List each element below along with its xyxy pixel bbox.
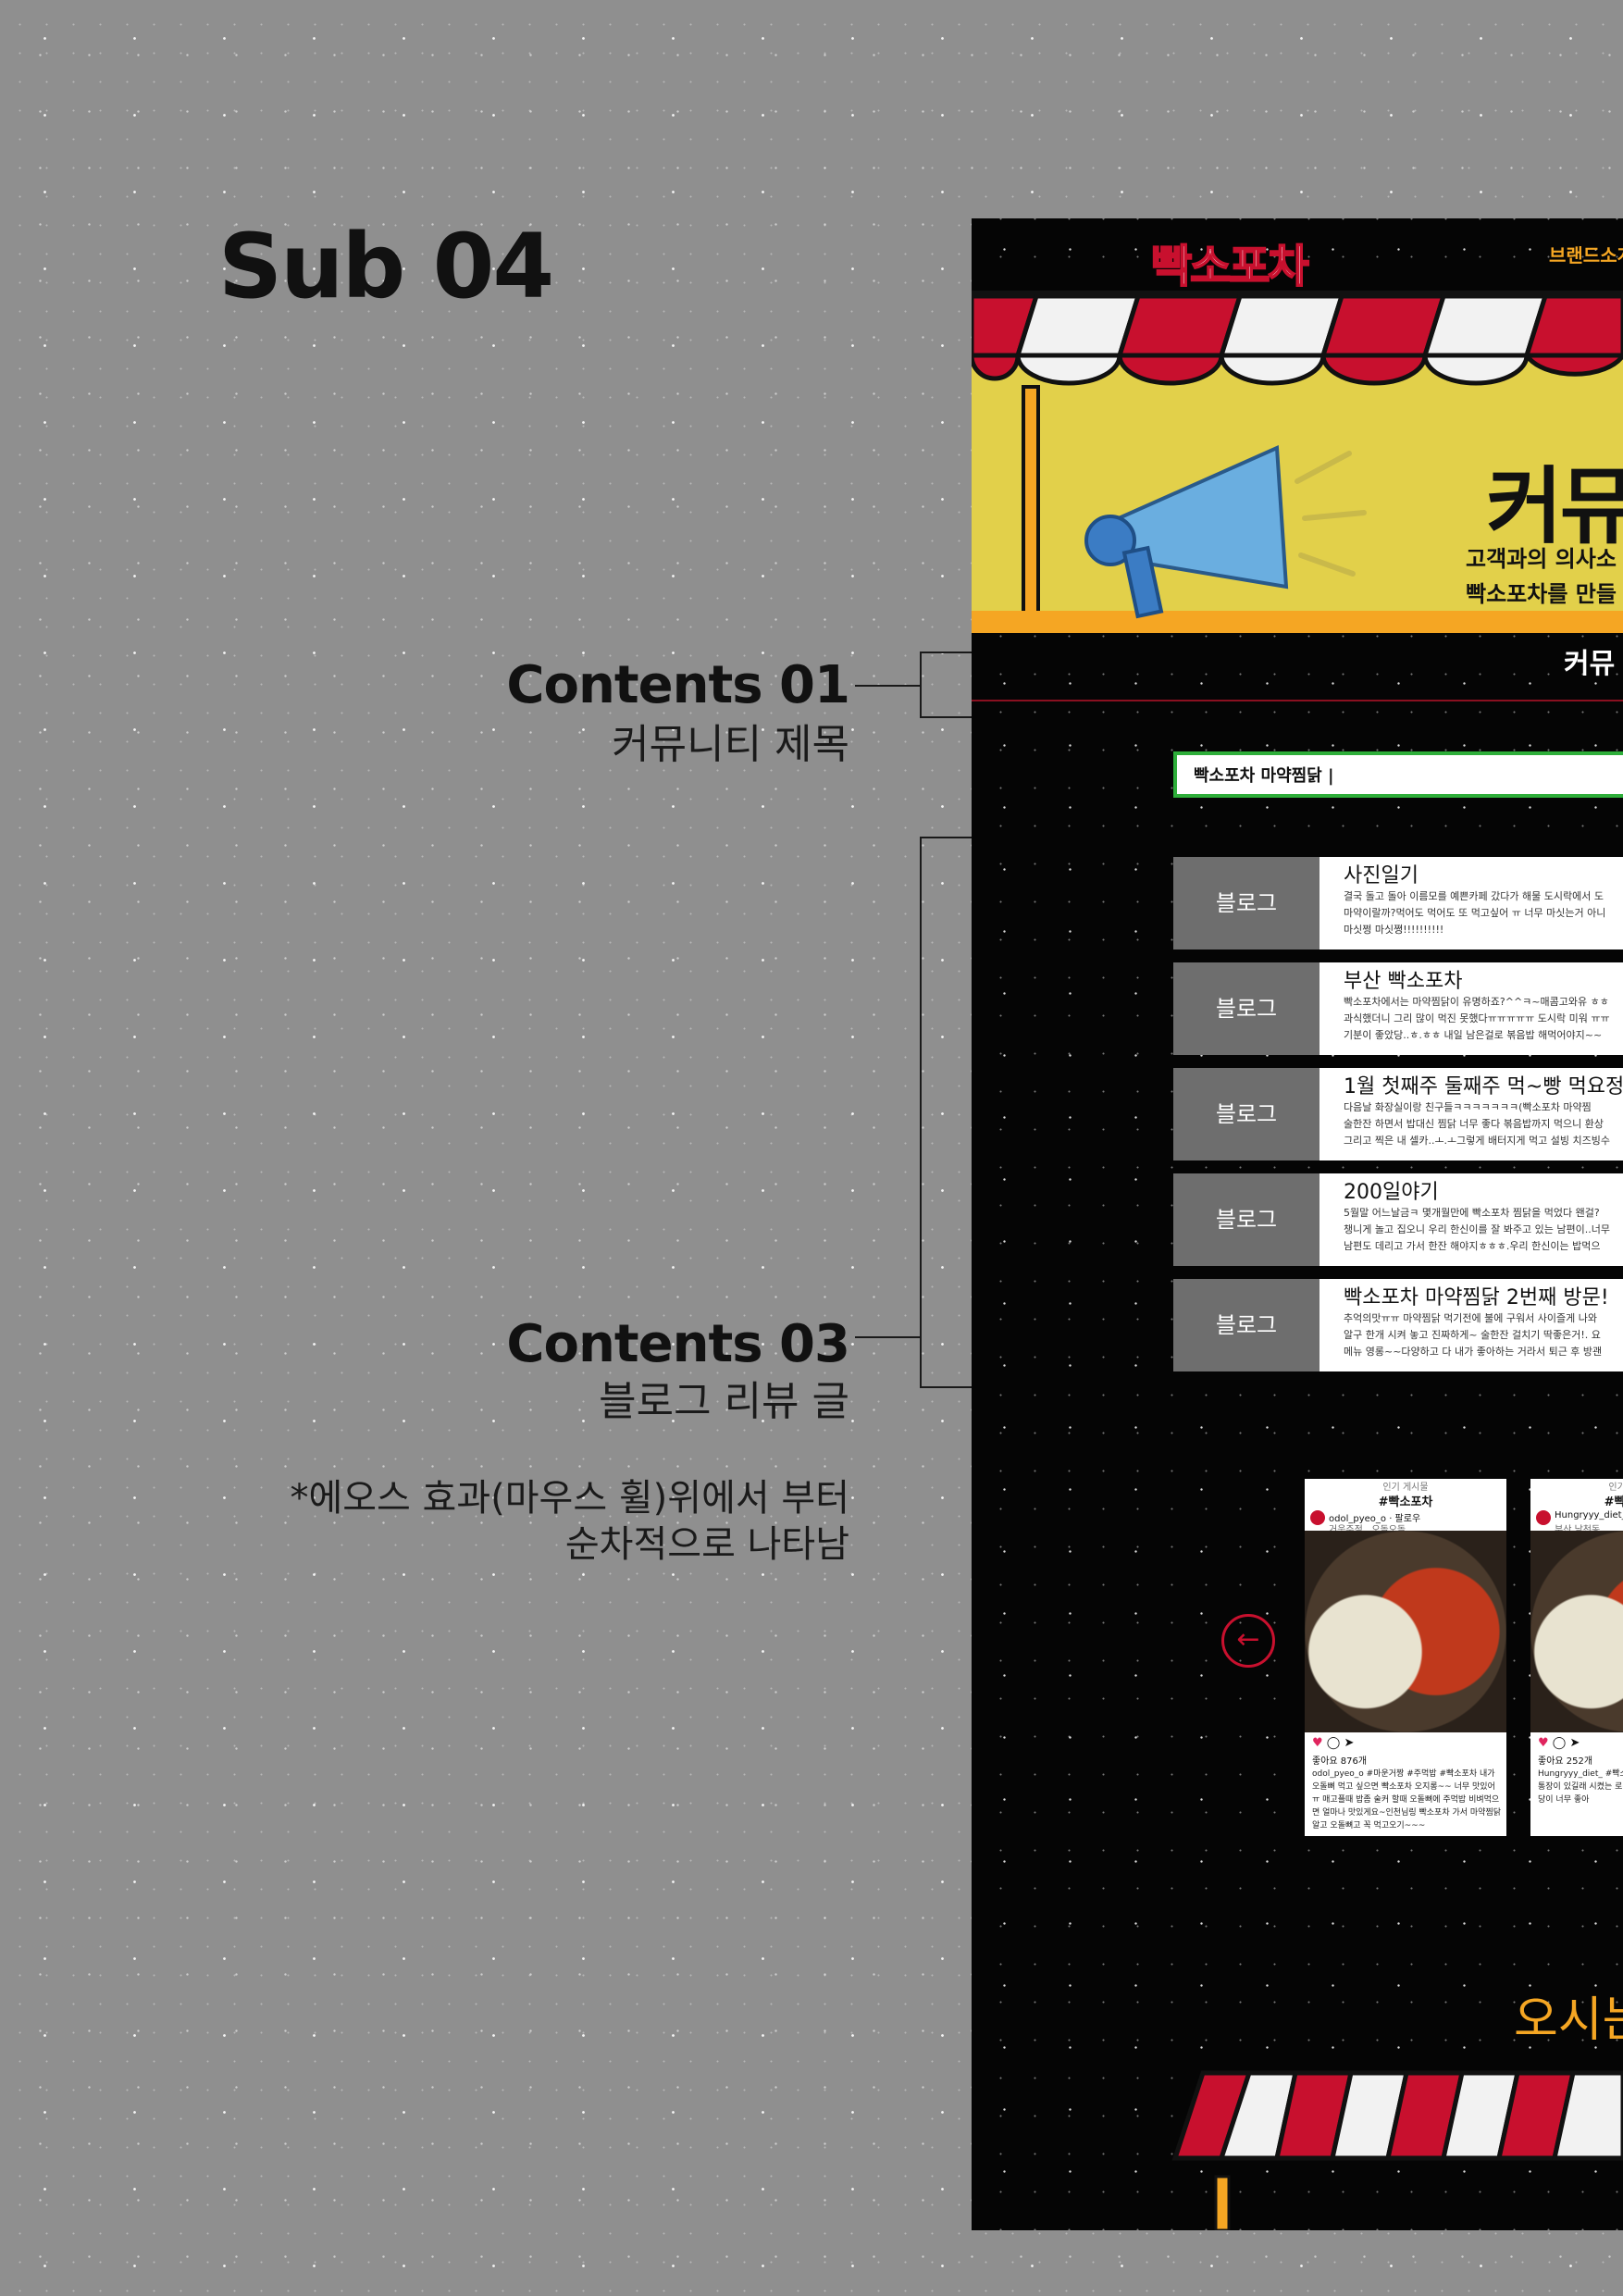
blog-badge: 블로그 xyxy=(1173,857,1319,949)
review-title: 200일야기 xyxy=(1344,1181,1439,1204)
review-excerpt: 빡소포차에서는 마약찜닭이 유명하죠?^^ㅋ~매콤고와유 ㅎㅎ 과식했더니 그리 … xyxy=(1344,996,1610,1041)
review-card[interactable]: 블로그 빡소포차 마약찜닭 2번째 방문! 추억의맛ㅠㅠ 마약찜닭 먹기전에 불… xyxy=(1173,1279,1623,1371)
review-excerpt: 5월말 어느날금ㅋ 몇개월만에 빡소포차 찜닭을 먹었다 왠걸? 챙니게 놀고 집… xyxy=(1344,1207,1610,1252)
post-header: 인기 게시물 xyxy=(1382,1483,1429,1493)
post-header: 인기 게시물 xyxy=(1608,1483,1623,1493)
heart-icon: ♥ xyxy=(1538,1736,1549,1750)
contents01-subtitle: 커뮤니티 제목 xyxy=(612,721,849,768)
contents03-title: Contents 03 xyxy=(506,1314,850,1374)
contents03-subtitle: 블로그 리뷰 글 xyxy=(599,1378,849,1425)
review-title: 사진일기 xyxy=(1344,864,1419,887)
review-title: 1월 첫째주 둘째주 먹~빵 먹요정 xyxy=(1344,1075,1623,1098)
post-username: Hungryyy_diet_ xyxy=(1555,1510,1623,1520)
blog-badge: 블로그 xyxy=(1173,1279,1319,1371)
brand-logo[interactable]: 빡소포차 xyxy=(1150,230,1310,294)
connector-bracket-top xyxy=(920,837,972,838)
section-title: 커뮤 xyxy=(1564,648,1616,680)
post-hashtag: #빡소포차 xyxy=(1604,1496,1623,1509)
post-likes: 좋아요 876개 xyxy=(1312,1756,1368,1767)
post-likes: 좋아요 252개 xyxy=(1538,1756,1593,1767)
connector-bracket xyxy=(920,652,922,718)
post-caption: Hungryyy_diet_ #빡소 퇴근하고 남자친구랑 한 데 통장이 있길… xyxy=(1538,1769,1623,1805)
divider xyxy=(972,700,1623,701)
search-input[interactable]: 빡소포차 마약찜닭 | xyxy=(1173,751,1623,798)
nav-item-brand[interactable]: 브랜드소개 xyxy=(1549,241,1623,267)
connector-bracket-bottom xyxy=(920,1386,972,1388)
carousel-prev-button[interactable]: ← xyxy=(1221,1614,1275,1668)
food-photo xyxy=(1305,1531,1506,1732)
review-card[interactable]: 블로그 200일야기 5월말 어느날금ㅋ 몇개월만에 빡소포차 찜닭을 먹었다 … xyxy=(1173,1173,1623,1266)
contents03-note-line2: 순차적으로 나타남 xyxy=(564,1523,849,1566)
blog-badge: 블로그 xyxy=(1173,962,1319,1055)
avatar xyxy=(1536,1510,1551,1525)
connector-bracket xyxy=(920,837,922,1388)
contents03-note-line1: *에오스 효과(마우스 휠)위에서 부터 xyxy=(290,1477,849,1520)
review-excerpt: 결국 돌고 돌아 이름모를 예쁜카페 갔다가 해물 도시락에서 도 마약이랄까?먹… xyxy=(1344,890,1606,936)
connector-bracket-top xyxy=(920,652,972,653)
review-title: 빡소포차 마약찜닭 2번째 방문! xyxy=(1344,1286,1609,1309)
connector-bracket-bottom xyxy=(920,716,972,718)
comment-icon: ◯ xyxy=(1552,1736,1567,1750)
post-action-icons: ♥ ◯ ➤ xyxy=(1312,1736,1354,1750)
share-icon: ➤ xyxy=(1569,1736,1580,1750)
hero-description-line2: 빡소포차를 만들 xyxy=(1466,581,1617,607)
share-icon: ➤ xyxy=(1344,1736,1355,1750)
page-title: Sub 04 xyxy=(218,215,554,318)
website-mockup: 빡소포차 브랜드소개 xyxy=(972,218,1623,2230)
connector-line xyxy=(855,1336,920,1338)
comment-icon: ◯ xyxy=(1326,1736,1341,1750)
post-caption: odol_pyeo_o #마운거짱 #주먹밥 #빡소포차 내가 오돌뼈 먹고 싶… xyxy=(1312,1769,1502,1831)
post-action-icons: ♥ ◯ ➤ xyxy=(1538,1736,1580,1750)
blog-badge: 블로그 xyxy=(1173,1173,1319,1266)
hero-description-line1: 고객과의 의사소 xyxy=(1466,546,1617,572)
instagram-post-card[interactable]: 인기 게시물 #빡소포차 Hungryyy_diet_ 부산 남천동 ♥ ◯ ➤… xyxy=(1530,1479,1623,1836)
food-photo xyxy=(1530,1531,1623,1732)
footer-awning-illustration xyxy=(1171,2070,1623,2230)
avatar xyxy=(1310,1510,1325,1525)
review-excerpt: 다음날 화장실이랑 친구들ㅋㅋㅋㅋㅋㅋㅋ(빡소포차 마약찜 술한잔 하면서 밥대신… xyxy=(1344,1101,1610,1147)
post-hashtag: #빡소포차 xyxy=(1378,1496,1433,1509)
review-title: 부산 빡소포차 xyxy=(1344,970,1463,993)
review-card[interactable]: 블로그 부산 빡소포차 빡소포차에서는 마약찜닭이 유명하죠?^^ㅋ~매콤고와유… xyxy=(1173,962,1623,1055)
heart-icon: ♥ xyxy=(1312,1736,1323,1750)
blog-badge: 블로그 xyxy=(1173,1068,1319,1160)
review-card[interactable]: 블로그 1월 첫째주 둘째주 먹~빵 먹요정 다음날 화장실이랑 친구들ㅋㅋㅋㅋ… xyxy=(1173,1068,1623,1160)
review-card[interactable]: 블로그 사진일기 결국 돌고 돌아 이름모를 예쁜카페 갔다가 해물 도시락에서… xyxy=(1173,857,1623,949)
hero-banner: 커뮤 고객과의 의사소 빡소포차를 만들 xyxy=(972,291,1623,633)
instagram-post-card[interactable]: 인기 게시물 #빡소포차 odol_pyeo_o · 팔로우 거웃주점...오돌… xyxy=(1305,1479,1506,1836)
connector-line xyxy=(855,685,920,687)
review-excerpt: 추억의맛ㅠㅠ 마약찜닭 먹기전에 불에 구워서 사이즐게 나와 알구 한개 시켜 … xyxy=(1344,1312,1603,1358)
contents01-title: Contents 01 xyxy=(506,655,850,715)
location-section-title: 오시는 xyxy=(1514,1992,1623,2048)
